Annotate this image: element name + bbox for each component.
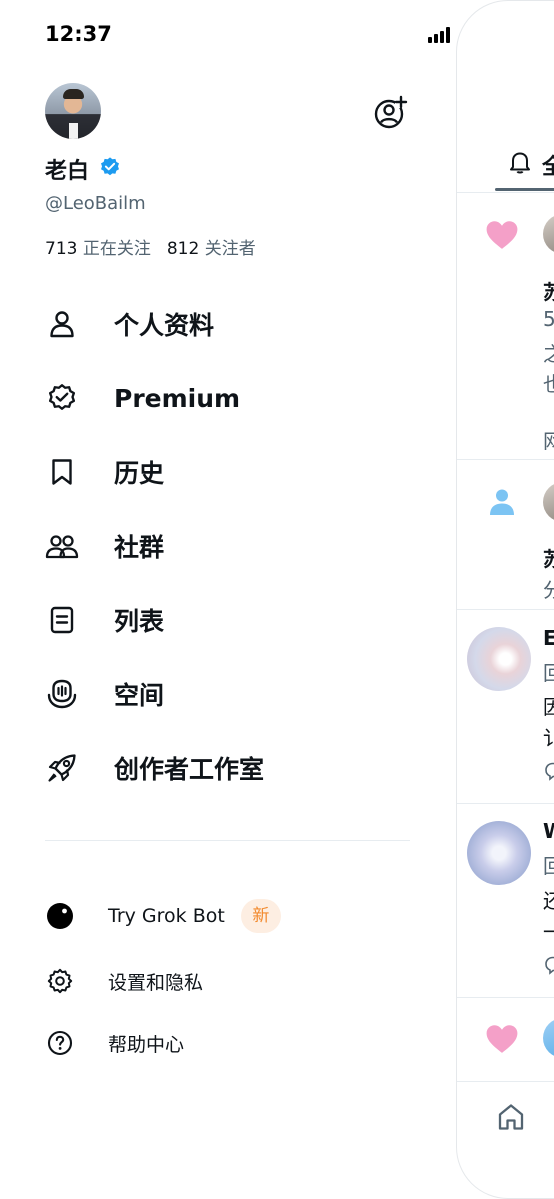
menu-item-label: Premium — [114, 383, 241, 413]
notification-text: 一 — [543, 916, 554, 945]
menu-item-label: 列表 — [114, 607, 165, 636]
followers-count: 812 — [166, 239, 200, 259]
user-handle: @LeoBailm — [45, 193, 146, 214]
avatar[interactable] — [543, 482, 554, 522]
bookmark-icon — [45, 455, 79, 489]
spaces-icon — [45, 677, 79, 711]
followers-label: 关注者 — [204, 239, 256, 259]
follow-stats: 713 正在关注 812 关注者 — [45, 234, 256, 259]
menu-item-grok[interactable]: Try Grok Bot 新 — [45, 896, 345, 936]
person-icon — [45, 307, 79, 341]
notification-text: 苏 — [543, 276, 554, 305]
new-badge: 新 — [240, 899, 281, 933]
heart-icon — [486, 1025, 518, 1053]
avatar[interactable] — [543, 1018, 554, 1058]
menu-item-communities[interactable]: 社群 — [45, 522, 425, 570]
lists-icon — [45, 603, 79, 637]
bell-icon — [510, 152, 530, 174]
verified-badge-icon — [101, 157, 119, 176]
following-count: 713 — [45, 239, 78, 259]
notifications-panel[interactable]: 全 苏 5 之 也 网 苏 分 E 回 因 讠 W 回 还 一 — [456, 0, 554, 1199]
reply-icon[interactable] — [543, 761, 554, 781]
avatar[interactable] — [467, 821, 531, 885]
add-account-icon[interactable] — [373, 94, 409, 130]
premium-badge-icon — [45, 381, 79, 415]
menu-item-profile[interactable]: 个人资料 — [45, 300, 425, 348]
separator — [457, 997, 554, 998]
settings-gear-icon — [45, 966, 75, 996]
notification-text: 分 — [543, 574, 554, 603]
separator — [457, 803, 554, 804]
notification-text: 之 — [543, 338, 554, 367]
menu-item-label: 社群 — [114, 533, 165, 562]
menu-item-help[interactable]: 帮助中心 — [45, 1023, 345, 1063]
menu-item-premium[interactable]: Premium — [45, 374, 425, 422]
notification-text: 网 — [543, 425, 554, 454]
notification-text: W — [543, 819, 554, 843]
avatar[interactable] — [543, 214, 554, 254]
home-icon[interactable] — [495, 1101, 527, 1133]
menu-item-label: 历史 — [114, 459, 165, 488]
profile-avatar[interactable] — [45, 83, 101, 139]
help-label: 帮助中心 — [108, 1033, 185, 1056]
separator — [457, 609, 554, 610]
following-link[interactable]: 713 正在关注 — [45, 239, 151, 259]
followers-link[interactable]: 812 关注者 — [167, 239, 256, 259]
grok-icon — [45, 901, 75, 931]
rocket-icon — [45, 751, 79, 785]
person-follow-icon — [490, 489, 514, 515]
menu-item-label: 创作者工作室 — [114, 755, 265, 784]
heart-icon — [486, 221, 518, 249]
communities-icon — [45, 529, 79, 563]
navigation-drawer: 老白 @LeoBailm 713 正在关注 812 关注者 个人资料 Premiu… — [0, 0, 455, 1199]
separator — [457, 459, 554, 460]
avatar[interactable] — [467, 627, 531, 691]
notification-text: 因 — [543, 691, 554, 720]
reply-icon[interactable] — [543, 955, 554, 975]
notification-text: 还 — [543, 885, 554, 914]
settings-label: 设置和隐私 — [108, 971, 204, 994]
following-label: 正在关注 — [82, 239, 151, 259]
notification-text: E — [543, 626, 554, 650]
tab-all[interactable]: 全 — [542, 149, 554, 181]
notification-text: 讠 — [543, 722, 554, 751]
menu-item-lists[interactable]: 列表 — [45, 596, 425, 644]
menu-item-settings[interactable]: 设置和隐私 — [45, 961, 345, 1001]
menu-item-history[interactable]: 历史 — [45, 448, 425, 496]
help-circle-icon — [45, 1028, 75, 1058]
grok-label: Try Grok Bot — [108, 905, 225, 927]
notification-text: 也 — [543, 368, 554, 397]
menu-item-spaces[interactable]: 空间 — [45, 670, 425, 718]
tab-underline — [495, 188, 554, 191]
notification-text: 苏 — [543, 543, 554, 572]
notification-text: 5 — [543, 307, 554, 331]
menu-divider — [45, 840, 410, 841]
display-name[interactable]: 老白 — [45, 153, 89, 185]
menu-item-label: 个人资料 — [114, 311, 215, 340]
notification-text: 回 — [543, 657, 554, 686]
separator — [457, 192, 554, 193]
menu-item-label: 空间 — [114, 681, 165, 710]
separator — [457, 1081, 554, 1082]
notification-text: 回 — [543, 850, 554, 879]
menu-item-creator-studio[interactable]: 创作者工作室 — [45, 744, 425, 792]
